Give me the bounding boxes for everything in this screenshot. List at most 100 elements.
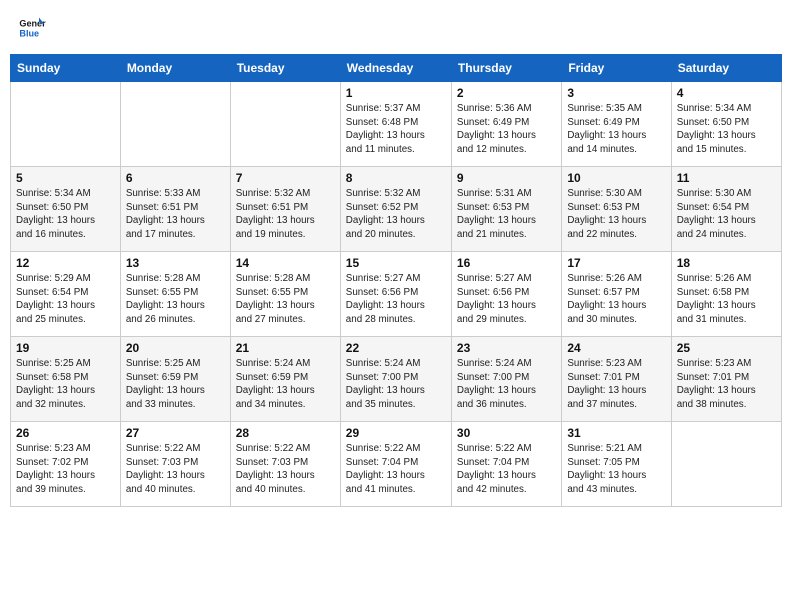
calendar-week-row: 5 Sunrise: 5:34 AM Sunset: 6:50 PM Daylig… xyxy=(11,167,782,252)
calendar-cell: 9 Sunrise: 5:31 AM Sunset: 6:53 PM Daylig… xyxy=(451,167,561,252)
day-info: Sunrise: 5:30 AM Sunset: 6:53 PM Dayligh… xyxy=(567,187,665,242)
day-number: 27 xyxy=(126,426,225,440)
day-info: Sunrise: 5:22 AM Sunset: 7:03 PM Dayligh… xyxy=(126,442,225,497)
calendar-cell: 31 Sunrise: 5:21 AM Sunset: 7:05 PM Dayli… xyxy=(562,422,671,507)
calendar-week-row: 1Sunrise: 5:37 AM Sunset: 6:48 PM Daylig… xyxy=(11,82,782,167)
calendar-cell: 1Sunrise: 5:37 AM Sunset: 6:48 PM Daylig… xyxy=(340,82,451,167)
day-info: Sunrise: 5:32 AM Sunset: 6:52 PM Dayligh… xyxy=(346,187,446,242)
calendar-cell: 22Sunrise: 5:24 AM Sunset: 7:00 PM Dayli… xyxy=(340,337,451,422)
calendar-cell: 29 Sunrise: 5:22 AM Sunset: 7:04 PM Dayli… xyxy=(340,422,451,507)
calendar-cell: 28Sunrise: 5:22 AM Sunset: 7:03 PM Dayli… xyxy=(230,422,340,507)
weekday-header-wednesday: Wednesday xyxy=(340,55,451,82)
calendar-cell: 3 Sunrise: 5:35 AM Sunset: 6:49 PM Daylig… xyxy=(562,82,671,167)
day-number: 19 xyxy=(16,341,115,355)
day-number: 14 xyxy=(236,256,335,270)
calendar-week-row: 19 Sunrise: 5:25 AM Sunset: 6:58 PM Dayli… xyxy=(11,337,782,422)
day-number: 8 xyxy=(346,171,446,185)
calendar-cell: 7 Sunrise: 5:32 AM Sunset: 6:51 PM Daylig… xyxy=(230,167,340,252)
calendar-cell: 12 Sunrise: 5:29 AM Sunset: 6:54 PM Dayli… xyxy=(11,252,121,337)
calendar-cell xyxy=(230,82,340,167)
day-info: Sunrise: 5:24 AM Sunset: 7:00 PM Dayligh… xyxy=(346,357,446,412)
day-number: 12 xyxy=(16,256,115,270)
calendar-cell: 25 Sunrise: 5:23 AM Sunset: 7:01 PM Dayli… xyxy=(671,337,781,422)
day-info: Sunrise: 5:33 AM Sunset: 6:51 PM Dayligh… xyxy=(126,187,225,242)
day-info: Sunrise: 5:36 AM Sunset: 6:49 PM Dayligh… xyxy=(457,102,556,157)
calendar-cell: 27 Sunrise: 5:22 AM Sunset: 7:03 PM Dayli… xyxy=(120,422,230,507)
day-number: 29 xyxy=(346,426,446,440)
calendar-cell: 13Sunrise: 5:28 AM Sunset: 6:55 PM Dayli… xyxy=(120,252,230,337)
day-info: Sunrise: 5:25 AM Sunset: 6:58 PM Dayligh… xyxy=(16,357,115,412)
calendar-cell: 16 Sunrise: 5:27 AM Sunset: 6:56 PM Dayli… xyxy=(451,252,561,337)
calendar-cell: 19 Sunrise: 5:25 AM Sunset: 6:58 PM Dayli… xyxy=(11,337,121,422)
day-info: Sunrise: 5:30 AM Sunset: 6:54 PM Dayligh… xyxy=(677,187,776,242)
day-info: Sunrise: 5:24 AM Sunset: 7:00 PM Dayligh… xyxy=(457,357,556,412)
day-info: Sunrise: 5:21 AM Sunset: 7:05 PM Dayligh… xyxy=(567,442,665,497)
calendar-table: SundayMondayTuesdayWednesdayThursdayFrid… xyxy=(10,54,782,507)
day-info: Sunrise: 5:23 AM Sunset: 7:01 PM Dayligh… xyxy=(567,357,665,412)
weekday-header-row: SundayMondayTuesdayWednesdayThursdayFrid… xyxy=(11,55,782,82)
day-number: 28 xyxy=(236,426,335,440)
calendar-cell: 26Sunrise: 5:23 AM Sunset: 7:02 PM Dayli… xyxy=(11,422,121,507)
day-number: 17 xyxy=(567,256,665,270)
day-info: Sunrise: 5:32 AM Sunset: 6:51 PM Dayligh… xyxy=(236,187,335,242)
day-number: 2 xyxy=(457,86,556,100)
page-header: General Blue xyxy=(10,10,782,46)
calendar-cell: 21Sunrise: 5:24 AM Sunset: 6:59 PM Dayli… xyxy=(230,337,340,422)
day-number: 5 xyxy=(16,171,115,185)
day-info: Sunrise: 5:25 AM Sunset: 6:59 PM Dayligh… xyxy=(126,357,225,412)
calendar-cell: 17Sunrise: 5:26 AM Sunset: 6:57 PM Dayli… xyxy=(562,252,671,337)
day-number: 18 xyxy=(677,256,776,270)
day-number: 23 xyxy=(457,341,556,355)
calendar-cell: 11 Sunrise: 5:30 AM Sunset: 6:54 PM Dayli… xyxy=(671,167,781,252)
day-number: 31 xyxy=(567,426,665,440)
calendar-cell: 4 Sunrise: 5:34 AM Sunset: 6:50 PM Daylig… xyxy=(671,82,781,167)
weekday-header-friday: Friday xyxy=(562,55,671,82)
day-number: 6 xyxy=(126,171,225,185)
day-info: Sunrise: 5:28 AM Sunset: 6:55 PM Dayligh… xyxy=(236,272,335,327)
day-info: Sunrise: 5:29 AM Sunset: 6:54 PM Dayligh… xyxy=(16,272,115,327)
calendar-cell xyxy=(671,422,781,507)
day-info: Sunrise: 5:27 AM Sunset: 6:56 PM Dayligh… xyxy=(457,272,556,327)
day-number: 9 xyxy=(457,171,556,185)
weekday-header-tuesday: Tuesday xyxy=(230,55,340,82)
svg-text:General: General xyxy=(19,19,46,29)
day-info: Sunrise: 5:24 AM Sunset: 6:59 PM Dayligh… xyxy=(236,357,335,412)
day-number: 3 xyxy=(567,86,665,100)
day-number: 20 xyxy=(126,341,225,355)
day-number: 10 xyxy=(567,171,665,185)
calendar-cell: 8 Sunrise: 5:32 AM Sunset: 6:52 PM Daylig… xyxy=(340,167,451,252)
calendar-cell: 18 Sunrise: 5:26 AM Sunset: 6:58 PM Dayli… xyxy=(671,252,781,337)
day-info: Sunrise: 5:23 AM Sunset: 7:02 PM Dayligh… xyxy=(16,442,115,497)
day-number: 30 xyxy=(457,426,556,440)
calendar-cell: 15 Sunrise: 5:27 AM Sunset: 6:56 PM Dayli… xyxy=(340,252,451,337)
day-number: 16 xyxy=(457,256,556,270)
day-number: 4 xyxy=(677,86,776,100)
day-number: 1 xyxy=(346,86,446,100)
weekday-header-monday: Monday xyxy=(120,55,230,82)
svg-text:Blue: Blue xyxy=(19,28,39,38)
day-info: Sunrise: 5:22 AM Sunset: 7:04 PM Dayligh… xyxy=(346,442,446,497)
day-info: Sunrise: 5:34 AM Sunset: 6:50 PM Dayligh… xyxy=(677,102,776,157)
weekday-header-thursday: Thursday xyxy=(451,55,561,82)
day-number: 15 xyxy=(346,256,446,270)
day-number: 11 xyxy=(677,171,776,185)
day-info: Sunrise: 5:26 AM Sunset: 6:58 PM Dayligh… xyxy=(677,272,776,327)
day-number: 25 xyxy=(677,341,776,355)
day-info: Sunrise: 5:23 AM Sunset: 7:01 PM Dayligh… xyxy=(677,357,776,412)
calendar-cell: 6 Sunrise: 5:33 AM Sunset: 6:51 PM Daylig… xyxy=(120,167,230,252)
calendar-cell: 10 Sunrise: 5:30 AM Sunset: 6:53 PM Dayli… xyxy=(562,167,671,252)
calendar-cell xyxy=(11,82,121,167)
calendar-week-row: 12 Sunrise: 5:29 AM Sunset: 6:54 PM Dayli… xyxy=(11,252,782,337)
calendar-cell: 14 Sunrise: 5:28 AM Sunset: 6:55 PM Dayli… xyxy=(230,252,340,337)
day-number: 24 xyxy=(567,341,665,355)
weekday-header-saturday: Saturday xyxy=(671,55,781,82)
logo: General Blue xyxy=(18,14,50,42)
day-info: Sunrise: 5:35 AM Sunset: 6:49 PM Dayligh… xyxy=(567,102,665,157)
day-info: Sunrise: 5:31 AM Sunset: 6:53 PM Dayligh… xyxy=(457,187,556,242)
day-number: 13 xyxy=(126,256,225,270)
calendar-cell: 24 Sunrise: 5:23 AM Sunset: 7:01 PM Dayli… xyxy=(562,337,671,422)
day-info: Sunrise: 5:27 AM Sunset: 6:56 PM Dayligh… xyxy=(346,272,446,327)
calendar-cell: 30Sunrise: 5:22 AM Sunset: 7:04 PM Dayli… xyxy=(451,422,561,507)
day-info: Sunrise: 5:34 AM Sunset: 6:50 PM Dayligh… xyxy=(16,187,115,242)
day-number: 7 xyxy=(236,171,335,185)
